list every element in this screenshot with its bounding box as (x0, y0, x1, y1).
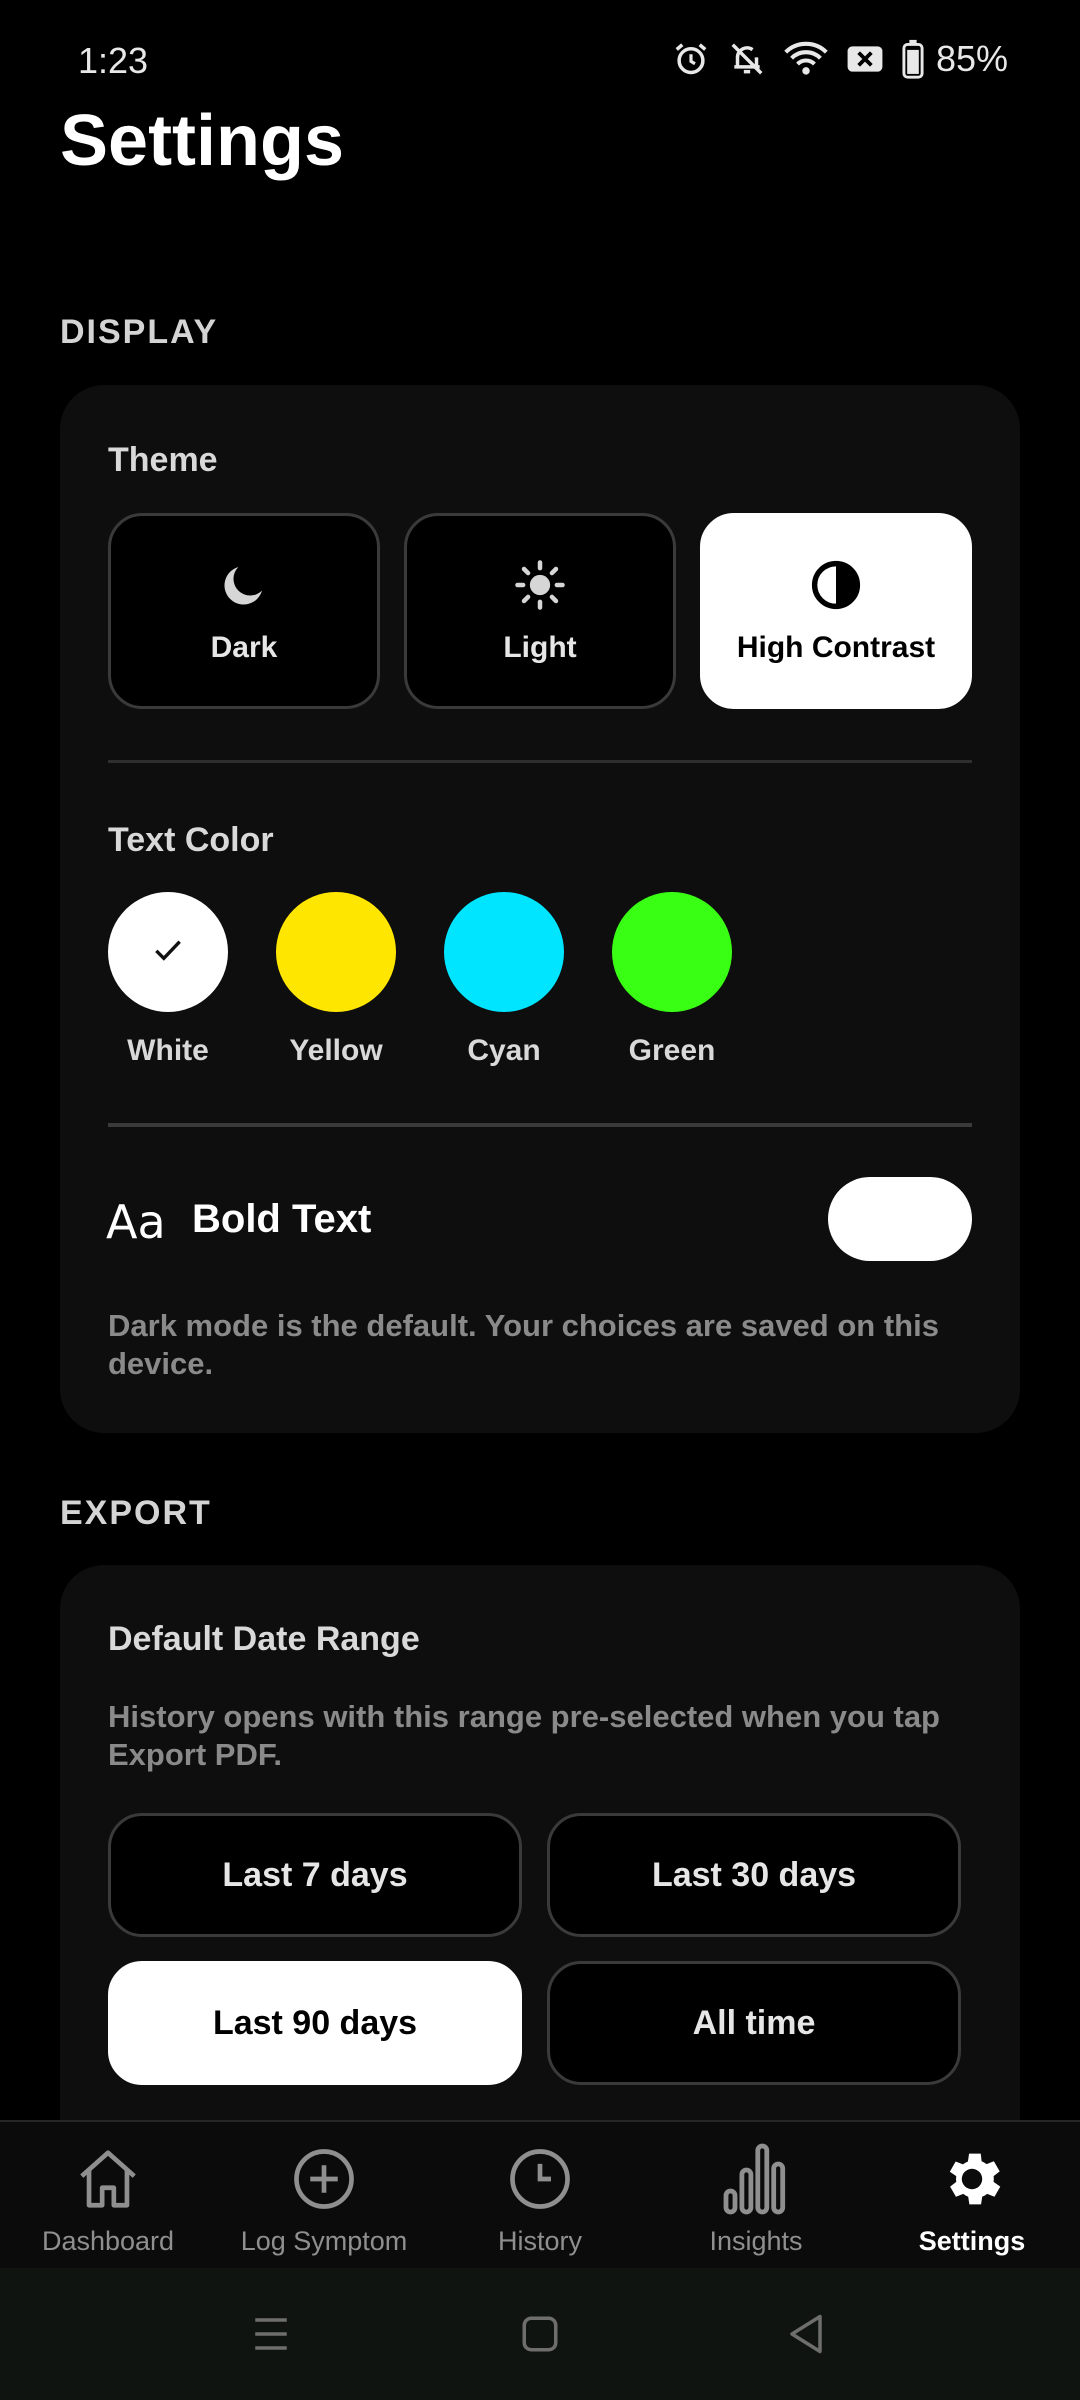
no-sim-icon (846, 43, 884, 75)
wifi-icon (784, 40, 828, 78)
color-swatch-white[interactable] (108, 892, 228, 1012)
contrast-icon (809, 558, 863, 617)
swatch-label: Cyan (467, 1034, 541, 1067)
nav-settings[interactable]: Settings (864, 2122, 1080, 2270)
bold-text-toggle[interactable] (828, 1177, 972, 1261)
range-all-time-button[interactable]: All time (547, 1961, 961, 2085)
theme-option-label: Dark (210, 630, 278, 664)
range-last-90-days-button[interactable]: Last 90 days (108, 1961, 522, 2085)
display-section-label: DISPLAY (60, 313, 219, 351)
swatch-label: Yellow (289, 1034, 383, 1067)
system-nav-bar (0, 2268, 1080, 2400)
display-card: Theme Dark Light High Contrast Text Colo… (60, 385, 1020, 1433)
status-icons: 85% (672, 38, 1008, 80)
sun-icon (513, 558, 567, 617)
nav-label: Insights (709, 2226, 803, 2256)
text-color-yellow[interactable]: Yellow (276, 892, 396, 1068)
clock-icon (507, 2146, 573, 2217)
color-swatch-green[interactable] (612, 892, 732, 1012)
divider (108, 760, 972, 763)
text-color-green[interactable]: Green (612, 892, 732, 1068)
theme-option-light[interactable]: Light (404, 513, 676, 709)
bold-text-label: Bold Text (192, 1197, 372, 1241)
bottom-nav: Dashboard Log Symptom History Insights S… (0, 2120, 1080, 2268)
theme-label: Theme (108, 441, 218, 479)
range-last-7-days-button[interactable]: Last 7 days (108, 1813, 522, 1937)
plus-circle-icon (291, 2146, 357, 2217)
page-title: Settings (60, 101, 345, 181)
divider (108, 1123, 972, 1127)
nav-label: Dashboard (41, 2226, 175, 2256)
bar-chart-icon (723, 2143, 789, 2220)
theme-option-label: Light (503, 630, 577, 664)
text-color-cyan[interactable]: Cyan (444, 892, 564, 1068)
nav-label: Settings (918, 2226, 1026, 2256)
text-color-white[interactable]: White (108, 892, 228, 1068)
export-section-label: EXPORT (60, 1494, 212, 1532)
color-swatch-yellow[interactable] (276, 892, 396, 1012)
range-last-30-days-button[interactable]: Last 30 days (547, 1813, 961, 1937)
bell-off-icon (728, 40, 766, 78)
swatch-label: White (127, 1034, 209, 1067)
date-range-label: Default Date Range (108, 1620, 420, 1658)
moon-icon (217, 558, 271, 617)
swatch-label: Green (628, 1034, 716, 1067)
color-swatch-cyan[interactable] (444, 892, 564, 1012)
gear-icon (937, 2144, 1007, 2219)
nav-dashboard[interactable]: Dashboard (0, 2122, 216, 2270)
home-icon (73, 2144, 143, 2219)
nav-label: History (497, 2226, 582, 2256)
nav-insights[interactable]: Insights (648, 2122, 864, 2270)
text-size-icon: Aa (106, 1195, 166, 1249)
theme-option-label: High Contrast (736, 630, 936, 664)
export-help-text: History opens with this range pre-select… (108, 1699, 940, 1772)
status-time: 1:23 (78, 40, 149, 81)
alarm-icon (672, 40, 710, 78)
theme-option-high-contrast[interactable]: High Contrast (700, 513, 972, 709)
display-help-text: Dark mode is the default. Your choices a… (108, 1308, 939, 1381)
battery-level: 85% (935, 38, 1008, 79)
nav-history[interactable]: History (432, 2122, 648, 2270)
nav-label: Log Symptom (240, 2226, 408, 2256)
theme-option-dark[interactable]: Dark (108, 513, 380, 709)
nav-log-symptom[interactable]: Log Symptom (216, 2122, 432, 2270)
checkmark-icon (148, 930, 188, 975)
battery-icon (902, 39, 924, 79)
text-color-label: Text Color (108, 821, 274, 859)
